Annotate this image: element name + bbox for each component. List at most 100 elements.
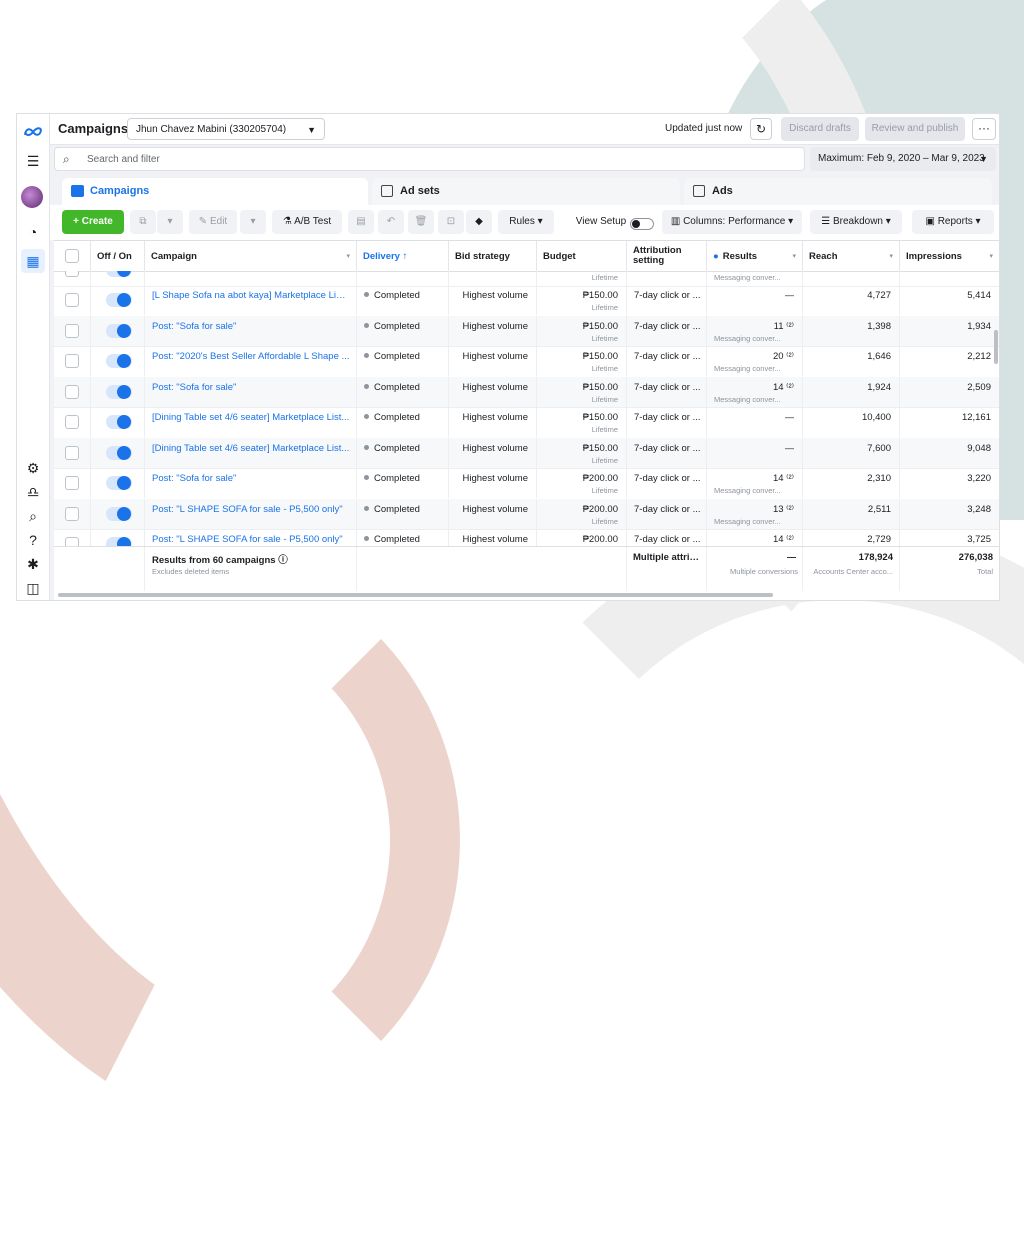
campaign-toggle[interactable] bbox=[106, 476, 132, 490]
search-icon[interactable]: ⌕ bbox=[23, 506, 43, 526]
help-icon[interactable]: ? bbox=[23, 530, 43, 550]
row-checkbox[interactable] bbox=[65, 415, 79, 429]
table-row[interactable]: Post: "Sofa for sale" Completed Highest vo… bbox=[54, 376, 999, 408]
campaign-toggle[interactable] bbox=[106, 506, 132, 521]
table-row[interactable]: Post: "L SHAPE SOFA for sale - P5,500 on… bbox=[54, 498, 999, 530]
campaign-toggle[interactable] bbox=[106, 537, 132, 546]
tag-button[interactable]: ◆ bbox=[466, 210, 492, 234]
row-checkbox[interactable] bbox=[65, 384, 79, 399]
col-results[interactable]: ● Results ▾ bbox=[707, 241, 803, 271]
horizontal-scrollbar[interactable] bbox=[58, 593, 773, 597]
campaign-name-link[interactable]: Post: "L SHAPE SOFA for sale - P5,500 on… bbox=[152, 534, 350, 545]
campaign-name-link[interactable]: Post: "L SHAPE SOFA for sale - P5,500 on… bbox=[152, 504, 350, 515]
breakdown-button[interactable]: ☰ Breakdown ▾ bbox=[810, 210, 902, 234]
campaign-name-link[interactable]: [Dining Table set 4/6 seater] Marketplac… bbox=[152, 443, 350, 454]
account-selector[interactable]: Jhun Chavez Mabini (330205704) ▼ bbox=[127, 118, 325, 140]
sel-cell bbox=[54, 376, 91, 407]
reports-button[interactable]: ▣ Reports ▾ bbox=[912, 210, 994, 234]
bid-cell bbox=[449, 271, 537, 285]
row-checkbox[interactable] bbox=[65, 323, 79, 338]
campaign-name-link[interactable]: Post: "Sofa for sale" bbox=[152, 473, 350, 484]
col-attribution[interactable]: Attribution setting bbox=[627, 241, 707, 271]
refresh-button[interactable]: ↻ bbox=[750, 118, 772, 140]
table-row[interactable]: Post: "L SHAPE SOFA for sale - P5,500 on… bbox=[54, 529, 999, 546]
row-checkbox[interactable] bbox=[65, 506, 79, 521]
discard-drafts-button[interactable]: Discard drafts bbox=[781, 117, 859, 141]
table-row[interactable]: [Dining Table set 4/6 seater] Marketplac… bbox=[54, 437, 999, 469]
table-row[interactable]: [L Shape Sofa na abot kaya] Marketplace … bbox=[54, 285, 999, 317]
row-checkbox[interactable] bbox=[65, 354, 79, 368]
reach-cell: 1,398 bbox=[803, 315, 900, 346]
meta-logo-icon[interactable] bbox=[23, 122, 43, 142]
row-checkbox[interactable] bbox=[65, 271, 79, 277]
duplicate-menu-button[interactable]: ▾ bbox=[157, 210, 183, 234]
tab-ad-sets[interactable]: Ad sets bbox=[372, 178, 680, 206]
sel-cell bbox=[54, 498, 91, 529]
campaign-name-link[interactable]: [L Shape Sofa na abot kaya] Marketplace … bbox=[152, 290, 350, 301]
gear-icon[interactable]: ⚙ bbox=[23, 458, 43, 478]
campaign-name-link[interactable]: Post: "2020's Best Seller Affordable L S… bbox=[152, 351, 350, 362]
row-checkbox[interactable] bbox=[65, 476, 79, 490]
campaign-toggle[interactable] bbox=[106, 271, 132, 277]
campaign-toggle[interactable] bbox=[106, 415, 132, 429]
campaign-toggle[interactable] bbox=[106, 354, 132, 368]
folder-icon bbox=[71, 185, 84, 197]
campaign-toggle[interactable] bbox=[106, 323, 132, 338]
delete-button[interactable]: 🗑 bbox=[408, 210, 434, 234]
menu-icon[interactable]: ☰ bbox=[23, 151, 43, 171]
row-checkbox[interactable] bbox=[65, 293, 79, 307]
col-impressions[interactable]: Impressions ▾ bbox=[900, 241, 999, 271]
campaign-toggle[interactable] bbox=[106, 293, 132, 307]
create-button[interactable]: + Create bbox=[62, 210, 124, 234]
tab-campaigns[interactable]: Campaigns bbox=[62, 178, 368, 206]
preview-button[interactable]: ⊡ bbox=[438, 210, 464, 234]
columns-button[interactable]: ▥ Columns: Performance ▾ bbox=[662, 210, 802, 234]
col-delivery[interactable]: Delivery ↑ bbox=[357, 241, 449, 271]
campaign-toggle[interactable] bbox=[106, 384, 132, 399]
row-checkbox[interactable] bbox=[65, 445, 79, 460]
campaign-name-link[interactable]: Post: "Sofa for sale" bbox=[152, 382, 350, 393]
edit-button[interactable]: ✎ Edit bbox=[189, 210, 237, 234]
panel-icon[interactable]: ◫ bbox=[23, 578, 43, 598]
campaign-name-link[interactable]: [Dining Table set 4/6 seater] Marketplac… bbox=[152, 412, 350, 423]
campaign-toggle[interactable] bbox=[106, 445, 132, 460]
select-all-checkbox[interactable] bbox=[65, 249, 79, 263]
row-checkbox[interactable] bbox=[65, 537, 79, 546]
table-row[interactable]: Post: "Sofa for sale" Completed Highest vo… bbox=[54, 315, 999, 347]
delivery-cell bbox=[357, 271, 449, 285]
bid-cell: Highest volume bbox=[449, 285, 537, 315]
bell-icon[interactable]: ♎︎ bbox=[23, 482, 43, 502]
table-icon[interactable]: ▦ bbox=[21, 249, 45, 273]
campaign-name-link[interactable]: Post: "Sofa for sale" bbox=[152, 321, 350, 332]
row-select-cell bbox=[54, 271, 91, 285]
delivery-status: Completed bbox=[364, 382, 420, 393]
search-input[interactable]: ⌕ Search and filter bbox=[54, 147, 805, 171]
budget-sub: Lifetime bbox=[591, 333, 618, 343]
view-setup-toggle[interactable] bbox=[630, 218, 654, 230]
gauge-icon[interactable]: ◔ bbox=[23, 222, 43, 242]
edit-menu-button[interactable]: ▾ bbox=[240, 210, 266, 234]
tab-ads[interactable]: Ads bbox=[684, 178, 992, 206]
results-value: — bbox=[784, 412, 795, 423]
col-off-on[interactable]: Off / On bbox=[91, 241, 145, 271]
vertical-scrollbar[interactable] bbox=[994, 330, 998, 364]
table-row[interactable]: Post: "Sofa for sale" Completed Highest vo… bbox=[54, 468, 999, 500]
ab-test-button[interactable]: ⚗ A/B Test bbox=[272, 210, 342, 234]
table-row[interactable]: Post: "2020's Best Seller Affordable L S… bbox=[54, 346, 999, 378]
col-budget[interactable]: Budget bbox=[537, 241, 627, 271]
table-header: Off / On Campaign ▾ Delivery ↑ Bid strate… bbox=[54, 240, 999, 272]
duplicate-icon: ⧉ bbox=[139, 216, 147, 227]
col-bid-strategy[interactable]: Bid strategy bbox=[449, 241, 537, 271]
rules-button[interactable]: Rules ▾ bbox=[498, 210, 554, 234]
clipboard-button[interactable]: ▤ bbox=[348, 210, 374, 234]
review-publish-button[interactable]: Review and publish bbox=[865, 117, 965, 141]
more-options-button[interactable]: ··· bbox=[972, 118, 996, 140]
col-campaign[interactable]: Campaign ▾ bbox=[145, 241, 357, 271]
duplicate-button[interactable]: ⧉ bbox=[130, 210, 156, 234]
bug-icon[interactable]: ✱ bbox=[23, 554, 43, 574]
date-range-selector[interactable]: Maximum: Feb 9, 2020 – Mar 9, 2023 ▼ bbox=[810, 147, 996, 171]
table-row[interactable]: [Dining Table set 4/6 seater] Marketplac… bbox=[54, 407, 999, 439]
col-reach[interactable]: Reach ▾ bbox=[803, 241, 900, 271]
undo-button[interactable]: ↶ bbox=[378, 210, 404, 234]
avatar[interactable] bbox=[21, 186, 43, 208]
